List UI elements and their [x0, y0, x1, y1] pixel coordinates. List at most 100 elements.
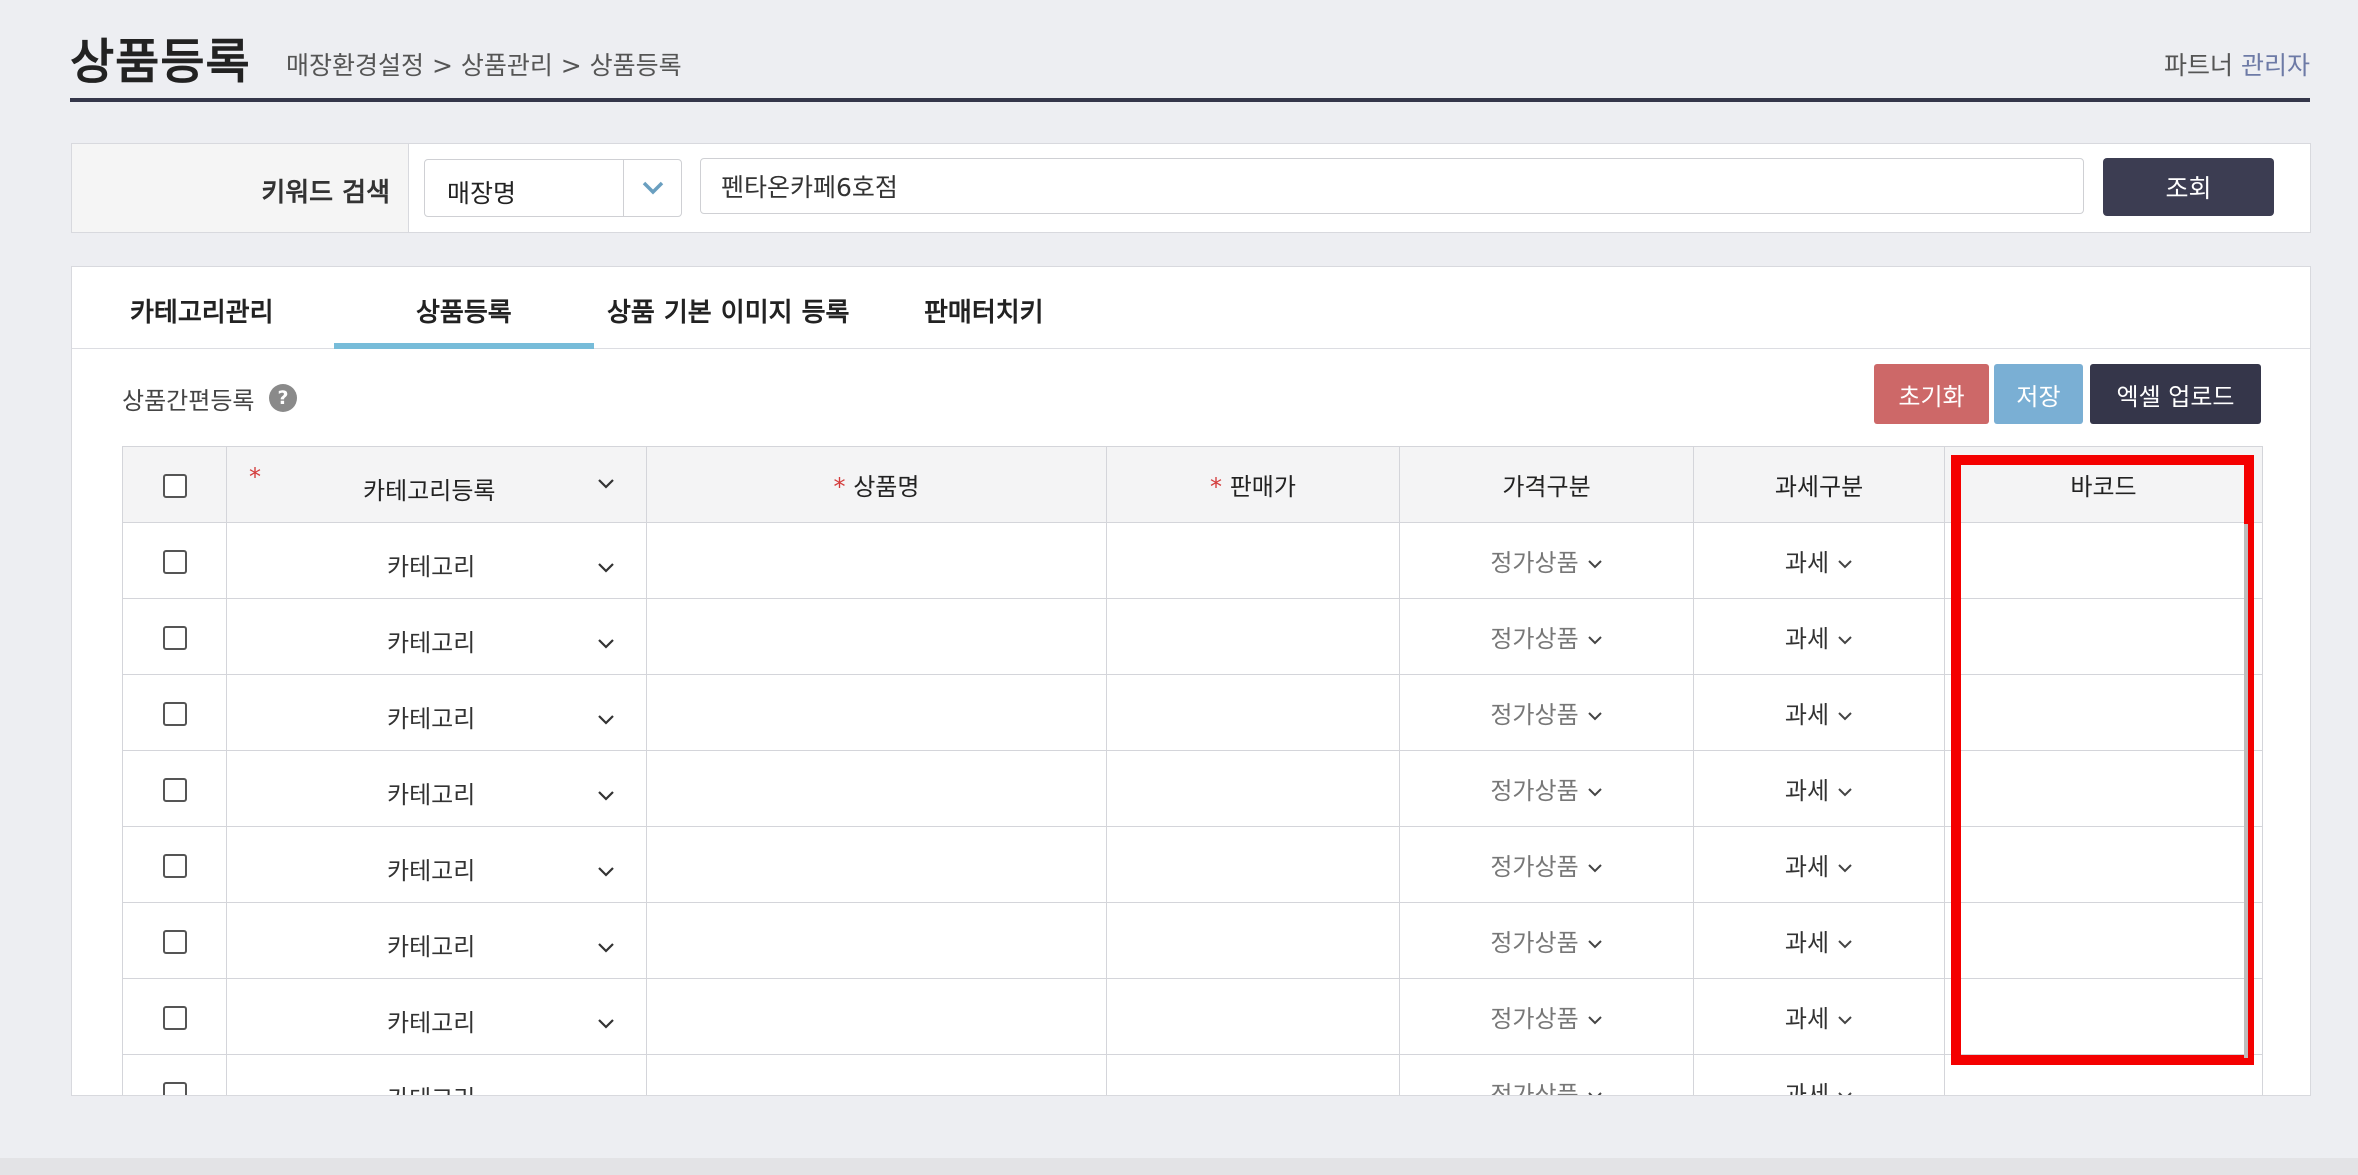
price-type-select[interactable]: 정가상품: [1399, 826, 1694, 903]
product-name-cell[interactable]: [646, 978, 1107, 1055]
tab-category-management[interactable]: 카테고리관리: [130, 292, 274, 329]
tax-type-select[interactable]: 과세: [1693, 826, 1945, 903]
product-name-cell[interactable]: [646, 1054, 1107, 1095]
product-name-cell[interactable]: [646, 598, 1107, 675]
price-type-select[interactable]: 정가상품: [1399, 902, 1694, 979]
chevron-down-icon[interactable]: [597, 865, 615, 879]
search-input[interactable]: [700, 158, 2084, 214]
search-type-dropdown-button[interactable]: [623, 160, 682, 216]
barcode-cell[interactable]: [1944, 826, 2263, 903]
search-button[interactable]: 조회: [2103, 158, 2274, 216]
reset-button[interactable]: 초기화: [1874, 364, 1989, 424]
price-type-select[interactable]: 정가상품: [1399, 750, 1694, 827]
account-role[interactable]: 관리자: [2241, 51, 2310, 80]
barcode-cell[interactable]: [1944, 522, 2263, 599]
chevron-down-icon[interactable]: [1837, 1014, 1853, 1026]
product-name-cell[interactable]: [646, 826, 1107, 903]
category-select[interactable]: 카테고리: [226, 1054, 647, 1096]
product-name-cell[interactable]: [646, 674, 1107, 751]
chevron-down-icon[interactable]: [597, 941, 615, 955]
save-button[interactable]: 저장: [1994, 364, 2083, 424]
tab-product-registration[interactable]: 상품등록: [416, 292, 512, 329]
header-category[interactable]: * 카테고리등록: [226, 446, 647, 523]
price-type-select[interactable]: 정가상품: [1399, 598, 1694, 675]
price-cell[interactable]: [1106, 826, 1400, 903]
tax-type-select[interactable]: 과세: [1693, 978, 1945, 1055]
barcode-cell[interactable]: [1944, 674, 2263, 751]
chevron-down-icon[interactable]: [1587, 786, 1603, 798]
search-type-select[interactable]: 매장명: [424, 159, 682, 217]
chevron-down-icon[interactable]: [597, 789, 615, 803]
chevron-down-icon[interactable]: [1587, 710, 1603, 722]
category-select[interactable]: 카테고리: [226, 522, 647, 599]
chevron-down-icon[interactable]: [1587, 558, 1603, 570]
barcode-cell[interactable]: [1944, 598, 2263, 675]
row-checkbox[interactable]: [162, 701, 187, 726]
category-select[interactable]: 카테고리: [226, 674, 647, 751]
category-select[interactable]: 카테고리: [226, 978, 647, 1055]
row-checkbox[interactable]: [162, 549, 187, 574]
price-cell[interactable]: [1106, 598, 1400, 675]
price-cell[interactable]: [1106, 674, 1400, 751]
chevron-down-icon[interactable]: [1587, 862, 1603, 874]
tax-type-select[interactable]: 과세: [1693, 674, 1945, 751]
chevron-down-icon[interactable]: [597, 637, 615, 651]
table-scrollbar[interactable]: [2244, 524, 2248, 1058]
tax-type-select[interactable]: 과세: [1693, 902, 1945, 979]
row-checkbox[interactable]: [162, 853, 187, 878]
chevron-down-icon[interactable]: [1587, 634, 1603, 646]
account-info[interactable]: 파트너 관리자: [2164, 46, 2310, 82]
tab-product-image-registration[interactable]: 상품 기본 이미지 등록: [607, 292, 849, 329]
tax-type-select[interactable]: 과세: [1693, 598, 1945, 675]
product-name-cell[interactable]: [646, 902, 1107, 979]
price-cell[interactable]: [1106, 902, 1400, 979]
chevron-down-icon[interactable]: [1837, 786, 1853, 798]
price-cell[interactable]: [1106, 750, 1400, 827]
chevron-down-icon[interactable]: [597, 1017, 615, 1031]
category-select[interactable]: 카테고리: [226, 598, 647, 675]
excel-upload-button[interactable]: 엑셀 업로드: [2090, 364, 2261, 424]
row-checkbox[interactable]: [162, 625, 187, 650]
category-select[interactable]: 카테고리: [226, 902, 647, 979]
price-type-select[interactable]: 정가상품: [1399, 674, 1694, 751]
row-checkbox[interactable]: [162, 1081, 187, 1095]
row-checkbox[interactable]: [162, 1005, 187, 1030]
chevron-down-icon[interactable]: [597, 1093, 615, 1096]
header-price-type: 가격구분: [1399, 446, 1694, 523]
chevron-down-icon[interactable]: [1837, 862, 1853, 874]
category-select[interactable]: 카테고리: [226, 750, 647, 827]
chevron-down-icon[interactable]: [1837, 1090, 1853, 1096]
chevron-down-icon[interactable]: [1837, 938, 1853, 950]
chevron-down-icon[interactable]: [1587, 938, 1603, 950]
help-icon[interactable]: ?: [269, 384, 297, 412]
product-name-cell[interactable]: [646, 750, 1107, 827]
header-tax-type: 과세구분: [1693, 446, 1945, 523]
product-name-cell[interactable]: [646, 522, 1107, 599]
tax-type-select[interactable]: 과세: [1693, 1054, 1945, 1096]
chevron-down-icon[interactable]: [1587, 1090, 1603, 1096]
category-select[interactable]: 카테고리: [226, 826, 647, 903]
chevron-down-icon[interactable]: [1837, 634, 1853, 646]
row-checkbox[interactable]: [162, 777, 187, 802]
barcode-cell[interactable]: [1944, 1054, 2263, 1095]
tab-sales-touch-key[interactable]: 판매터치키: [924, 292, 1044, 329]
barcode-cell[interactable]: [1944, 902, 2263, 979]
chevron-down-icon[interactable]: [597, 477, 615, 491]
chevron-down-icon[interactable]: [1837, 558, 1853, 570]
chevron-down-icon[interactable]: [597, 713, 615, 727]
tax-type-select[interactable]: 과세: [1693, 750, 1945, 827]
chevron-down-icon[interactable]: [597, 561, 615, 575]
price-type-select[interactable]: 정가상품: [1399, 522, 1694, 599]
price-type-select[interactable]: 정가상품: [1399, 978, 1694, 1055]
select-all-checkbox[interactable]: [162, 473, 187, 498]
price-cell[interactable]: [1106, 978, 1400, 1055]
barcode-cell[interactable]: [1944, 978, 2263, 1055]
price-cell[interactable]: [1106, 1054, 1400, 1095]
chevron-down-icon[interactable]: [1837, 710, 1853, 722]
chevron-down-icon[interactable]: [1587, 1014, 1603, 1026]
row-checkbox[interactable]: [162, 929, 187, 954]
price-type-select[interactable]: 정가상품: [1399, 1054, 1694, 1096]
tax-type-select[interactable]: 과세: [1693, 522, 1945, 599]
price-cell[interactable]: [1106, 522, 1400, 599]
barcode-cell[interactable]: [1944, 750, 2263, 827]
